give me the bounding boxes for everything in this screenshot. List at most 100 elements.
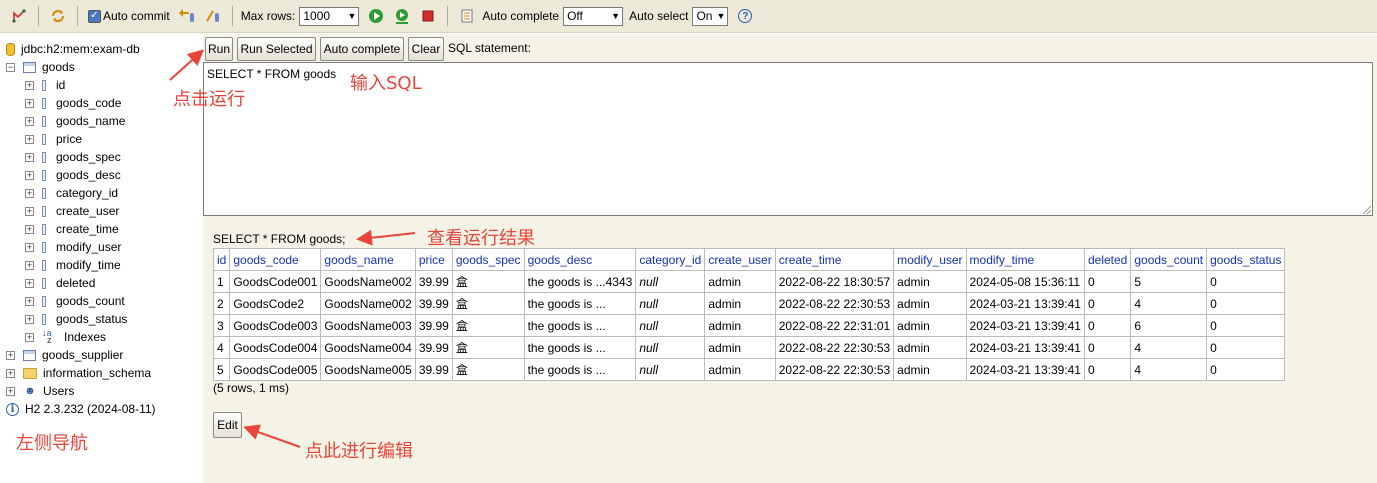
column-header[interactable]: id — [212, 248, 231, 271]
tree-column-deleted[interactable]: + deleted — [25, 274, 95, 292]
help-icon[interactable]: ? — [734, 5, 756, 27]
expand-icon[interactable]: + — [25, 98, 34, 108]
expand-icon[interactable]: + — [25, 80, 34, 90]
tree-column-goods-code[interactable]: + goods_code — [25, 94, 121, 112]
column-icon — [42, 97, 46, 109]
table-cell: admin — [893, 314, 967, 337]
expand-icon[interactable]: + — [25, 332, 34, 342]
chevron-down-icon: ▼ — [611, 11, 621, 21]
refresh-icon[interactable] — [47, 5, 69, 27]
table-cell: 盒 — [451, 336, 525, 359]
table-cell: GoodsCode2 — [229, 292, 322, 315]
version-label: H2 2.3.232 (2024-08-11) — [25, 402, 156, 416]
column-header[interactable]: category_id — [635, 248, 706, 271]
expand-icon[interactable]: + — [25, 188, 34, 198]
expand-icon[interactable]: + — [6, 386, 15, 396]
column-header[interactable]: goods_name — [320, 248, 416, 271]
column-label: goods_code — [56, 96, 122, 110]
table-cell: 5 — [1130, 270, 1208, 293]
refresh-tree-icon[interactable] — [8, 5, 30, 27]
expand-icon[interactable]: + — [6, 368, 15, 378]
column-header[interactable]: create_time — [774, 248, 895, 271]
column-header[interactable]: deleted — [1083, 248, 1132, 271]
table-cell: admin — [893, 292, 967, 315]
tree-column-goods-status[interactable]: + goods_status — [25, 310, 127, 328]
column-header[interactable]: goods_count — [1130, 248, 1208, 271]
expand-icon[interactable]: + — [25, 206, 34, 216]
expand-icon[interactable]: + — [25, 314, 34, 324]
column-header[interactable]: modify_time — [965, 248, 1085, 271]
result-statement: SELECT * FROM goods; — [213, 232, 346, 246]
expand-icon[interactable]: + — [25, 296, 34, 306]
table-cell: 2022-08-22 22:30:53 — [774, 336, 895, 359]
run-icon[interactable] — [365, 5, 387, 27]
tree-column-price[interactable]: + price — [25, 130, 82, 148]
expand-icon[interactable]: + — [25, 278, 34, 288]
tree-column-create-user[interactable]: + create_user — [25, 202, 119, 220]
expand-icon[interactable]: + — [25, 170, 34, 180]
tree-column-goods-spec[interactable]: + goods_spec — [25, 148, 121, 166]
column-header[interactable]: goods_desc — [523, 248, 637, 271]
column-icon — [42, 295, 46, 307]
column-icon — [42, 133, 46, 145]
clear-button[interactable]: Clear — [408, 37, 444, 61]
auto-select-select[interactable]: On ▼ — [692, 6, 729, 26]
sql-text: SELECT * FROM goods — [207, 67, 337, 81]
tree-table-goods[interactable]: − goods — [6, 58, 75, 76]
tree-column-create-time[interactable]: + create_time — [25, 220, 119, 238]
expand-icon[interactable]: + — [25, 224, 34, 234]
table-cell: 39.99 — [414, 314, 453, 337]
column-header[interactable]: create_user — [704, 248, 776, 271]
results-header-row: id goods_code goods_name price goods_spec goo… — [212, 248, 1286, 271]
tree-column-id[interactable]: + id — [25, 76, 65, 94]
column-header[interactable]: goods_code — [229, 248, 322, 271]
tree-connection[interactable]: jdbc:h2:mem:exam-db — [6, 40, 140, 58]
expand-icon[interactable]: + — [25, 116, 34, 126]
auto-select-value: On — [696, 9, 713, 23]
tree-information-schema[interactable]: + information_schema — [6, 364, 151, 382]
tree-column-goods-desc[interactable]: + goods_desc — [25, 166, 121, 184]
auto-complete-button[interactable]: Auto complete — [320, 37, 404, 61]
table-cell: admin — [893, 358, 967, 381]
tree-column-goods-name[interactable]: + goods_name — [25, 112, 125, 130]
tree-column-goods-count[interactable]: + goods_count — [25, 292, 125, 310]
expand-icon[interactable]: + — [25, 152, 34, 162]
run-selected-icon[interactable] — [391, 5, 413, 27]
table-row: 5 GoodsCode005 GoodsName005 39.99 盒 the goods… — [212, 358, 1286, 381]
expand-icon[interactable]: + — [6, 350, 15, 360]
other-table-label: goods_supplier — [42, 348, 124, 362]
column-icon — [42, 205, 46, 217]
table-cell: 1 — [212, 270, 231, 293]
tree-users[interactable]: + ☻ Users — [6, 382, 74, 400]
tree-column-category-id[interactable]: + category_id — [25, 184, 118, 202]
history-icon[interactable] — [456, 5, 478, 27]
collapse-icon[interactable]: − — [6, 62, 15, 72]
expand-icon[interactable]: + — [25, 260, 34, 270]
table-cell: GoodsName002 — [320, 270, 416, 293]
column-header[interactable]: price — [414, 248, 453, 271]
stop-icon[interactable] — [417, 5, 439, 27]
column-header[interactable]: goods_status — [1206, 248, 1286, 271]
max-rows-select[interactable]: 1000 ▼ — [299, 6, 360, 26]
column-header[interactable]: modify_user — [893, 248, 967, 271]
tree-column-modify-time[interactable]: + modify_time — [25, 256, 121, 274]
table-row: 2 GoodsCode2 GoodsName002 39.99 盒 the goods i… — [212, 292, 1286, 315]
column-label: category_id — [56, 186, 119, 200]
tree-indexes[interactable]: + ↓a z Indexes — [25, 328, 106, 346]
auto-complete-select[interactable]: Off ▼ — [563, 6, 624, 26]
tree-table-goods-supplier[interactable]: + goods_supplier — [6, 346, 123, 364]
main-panel: Run Run Selected Auto complete Clear SQL… — [203, 34, 1377, 483]
run-selected-button[interactable]: Run Selected — [237, 37, 316, 61]
edit-button[interactable]: Edit — [213, 412, 242, 438]
expand-icon[interactable]: + — [25, 134, 34, 144]
auto-commit-label: Auto commit — [103, 9, 170, 23]
auto-commit-checkbox[interactable]: ✓ — [88, 9, 101, 23]
commit-icon[interactable] — [202, 5, 224, 27]
tree-column-modify-user[interactable]: + modify_user — [25, 238, 121, 256]
column-label: modify_user — [56, 240, 122, 254]
column-header[interactable]: goods_spec — [451, 248, 525, 271]
run-button[interactable]: Run — [205, 37, 233, 61]
expand-icon[interactable]: + — [25, 242, 34, 252]
resize-grip-icon[interactable] — [1363, 206, 1371, 214]
rollback-icon[interactable] — [176, 5, 198, 27]
